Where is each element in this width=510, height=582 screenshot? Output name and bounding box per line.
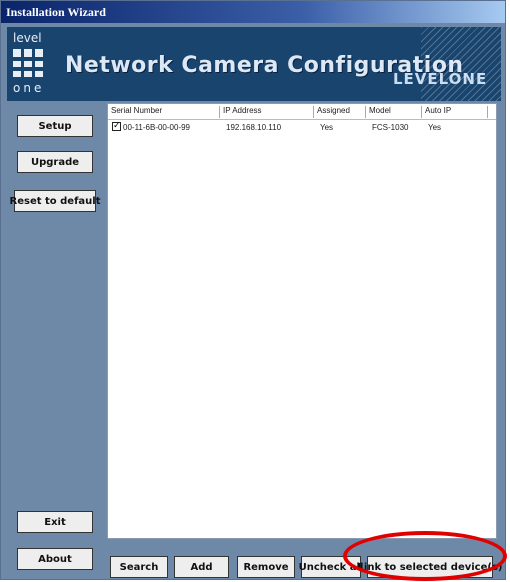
exit-button[interactable]: Exit [17, 511, 93, 533]
row-checkbox[interactable] [112, 120, 121, 131]
column-header-assigned[interactable]: Assigned [314, 106, 366, 118]
upgrade-button[interactable]: Upgrade [17, 151, 93, 173]
levelone-logo: level one [11, 31, 55, 97]
remove-button[interactable]: Remove [237, 556, 295, 578]
cell-assigned: Yes [320, 123, 334, 132]
highlight-circle [343, 531, 507, 581]
column-header-ip[interactable]: IP Address [220, 106, 314, 118]
about-button[interactable]: About [17, 548, 93, 570]
cell-auto-ip: Yes [428, 123, 442, 132]
logo-text-one: one [13, 81, 45, 95]
search-button[interactable]: Search [110, 556, 168, 578]
add-button[interactable]: Add [174, 556, 229, 578]
column-header-model[interactable]: Model [366, 106, 422, 118]
table-row[interactable]: 00-11-6B-00-00-99 192.168.10.110 Yes FCS… [108, 120, 496, 135]
logo-grid-icon [13, 49, 43, 77]
installation-wizard-window: Installation Wizard level one Network Ca… [0, 0, 506, 580]
setup-button[interactable]: Setup [17, 115, 93, 137]
window-title: Installation Wizard [6, 5, 106, 19]
title-bar[interactable]: Installation Wizard [1, 1, 505, 23]
logo-text-level: level [13, 31, 42, 45]
header-banner: level one Network Camera Configuration L… [7, 27, 501, 101]
cell-serial: 00-11-6B-00-00-99 [123, 123, 191, 132]
decorative-rays [421, 27, 501, 101]
column-header-serial[interactable]: Serial Number [108, 106, 220, 118]
reset-to-default-button[interactable]: Reset to default [10, 190, 101, 212]
cell-ip: 192.168.10.110 [226, 123, 282, 132]
device-list-header: Serial Number IP Address Assigned Model … [108, 104, 496, 120]
device-list[interactable]: Serial Number IP Address Assigned Model … [107, 103, 497, 539]
cell-model: FCS-1030 [372, 123, 409, 132]
column-header-auto-ip[interactable]: Auto IP [422, 106, 488, 118]
